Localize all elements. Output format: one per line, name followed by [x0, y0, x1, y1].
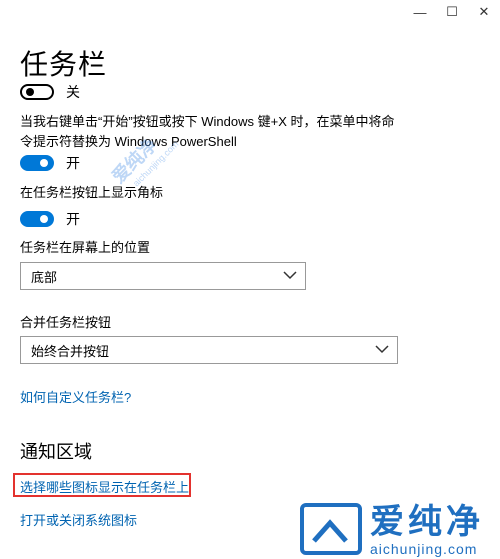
window-controls: — ☐ ✕	[404, 0, 500, 24]
brand-name: 爱纯净	[370, 503, 484, 541]
brand-logo-icon	[300, 503, 362, 555]
combine-value: 始终合并按钮	[31, 343, 110, 359]
badges-state: 开	[66, 211, 80, 227]
lock-taskbar-row: 关	[20, 82, 80, 102]
customize-taskbar-link[interactable]: 如何自定义任务栏?	[20, 387, 131, 406]
brand-watermark: 爱纯净 aichunjing.com	[300, 503, 484, 557]
select-icons-link[interactable]: 选择哪些图标显示在任务栏上	[20, 477, 189, 496]
page-title: 任务栏	[20, 49, 108, 80]
toggle-knob	[40, 215, 48, 223]
minimize-icon: —	[413, 4, 427, 20]
combine-dropdown[interactable]: 始终合并按钮	[20, 336, 398, 364]
powershell-row: 开	[20, 153, 80, 173]
close-icon: ✕	[478, 4, 490, 19]
chevron-down-icon	[283, 271, 297, 280]
lock-taskbar-toggle[interactable]	[20, 84, 54, 100]
position-label: 任务栏在屏幕上的位置	[20, 240, 151, 255]
combine-label: 合并任务栏按钮	[20, 315, 112, 330]
brand-url: aichunjing.com	[370, 541, 478, 557]
system-icons-link[interactable]: 打开或关闭系统图标	[20, 510, 137, 529]
chevron-down-icon	[375, 345, 389, 354]
maximize-icon: ☐	[446, 4, 458, 19]
powershell-description: 当我右键单击“开始”按钮或按下 Windows 键+X 时，在菜单中将命令提示符…	[20, 114, 395, 149]
toggle-knob	[40, 159, 48, 167]
badges-description: 在任务栏按钮上显示角标	[20, 185, 164, 200]
powershell-state: 开	[66, 155, 80, 171]
badges-toggle[interactable]	[20, 211, 54, 227]
position-dropdown[interactable]: 底部	[20, 262, 306, 290]
badges-row: 开	[20, 209, 80, 229]
lock-taskbar-state: 关	[66, 84, 80, 100]
position-value: 底部	[31, 269, 58, 285]
toggle-knob	[26, 88, 34, 96]
powershell-toggle[interactable]	[20, 155, 54, 171]
maximize-button[interactable]: ☐	[436, 0, 468, 24]
minimize-button[interactable]: —	[404, 0, 436, 24]
close-button[interactable]: ✕	[468, 0, 500, 24]
notification-area-title: 通知区域	[20, 442, 92, 462]
